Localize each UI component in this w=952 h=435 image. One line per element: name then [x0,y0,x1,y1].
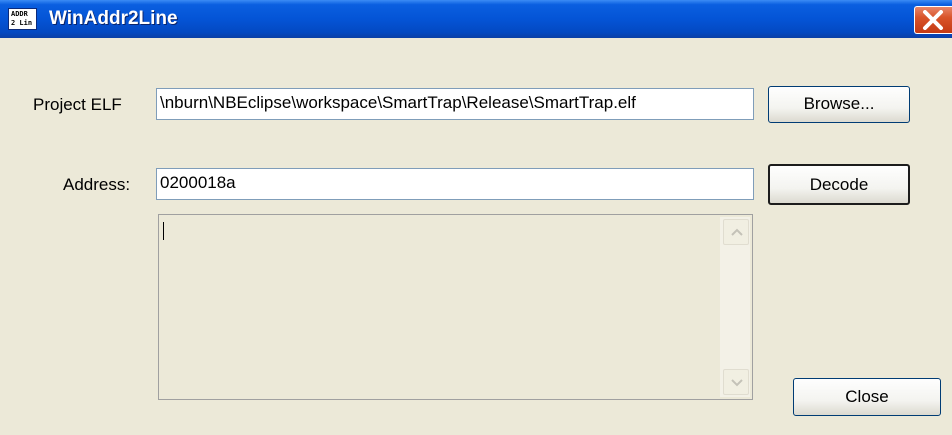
decode-button[interactable]: Decode [768,164,910,205]
address-input[interactable]: 0200018a [156,168,754,200]
scroll-down-button[interactable] [723,369,749,395]
chevron-down-icon [731,379,743,387]
project-elf-label: Project ELF [33,95,122,114]
scroll-up-button[interactable] [723,219,749,245]
project-elf-input[interactable]: \nburn\NBEclipse\workspace\SmartTrap\Rel… [156,88,754,120]
window-title: WinAddr2Line [49,8,178,29]
close-button[interactable]: Close [793,378,941,416]
browse-button[interactable]: Browse... [768,86,910,123]
vertical-scrollbar[interactable] [720,217,750,397]
address-label: Address: [63,175,131,194]
app-icon: ADDR 2 Lin [8,8,37,30]
close-icon [923,10,943,30]
close-window-button[interactable] [914,6,952,34]
title-bar[interactable]: ADDR 2 Lin WinAddr2Line [0,0,952,38]
output-textarea[interactable] [158,214,753,400]
winaddr2line-window: ADDR 2 Lin WinAddr2Line Project ELF \nbu… [0,0,952,435]
chevron-up-icon [731,228,743,236]
text-caret [163,222,164,240]
